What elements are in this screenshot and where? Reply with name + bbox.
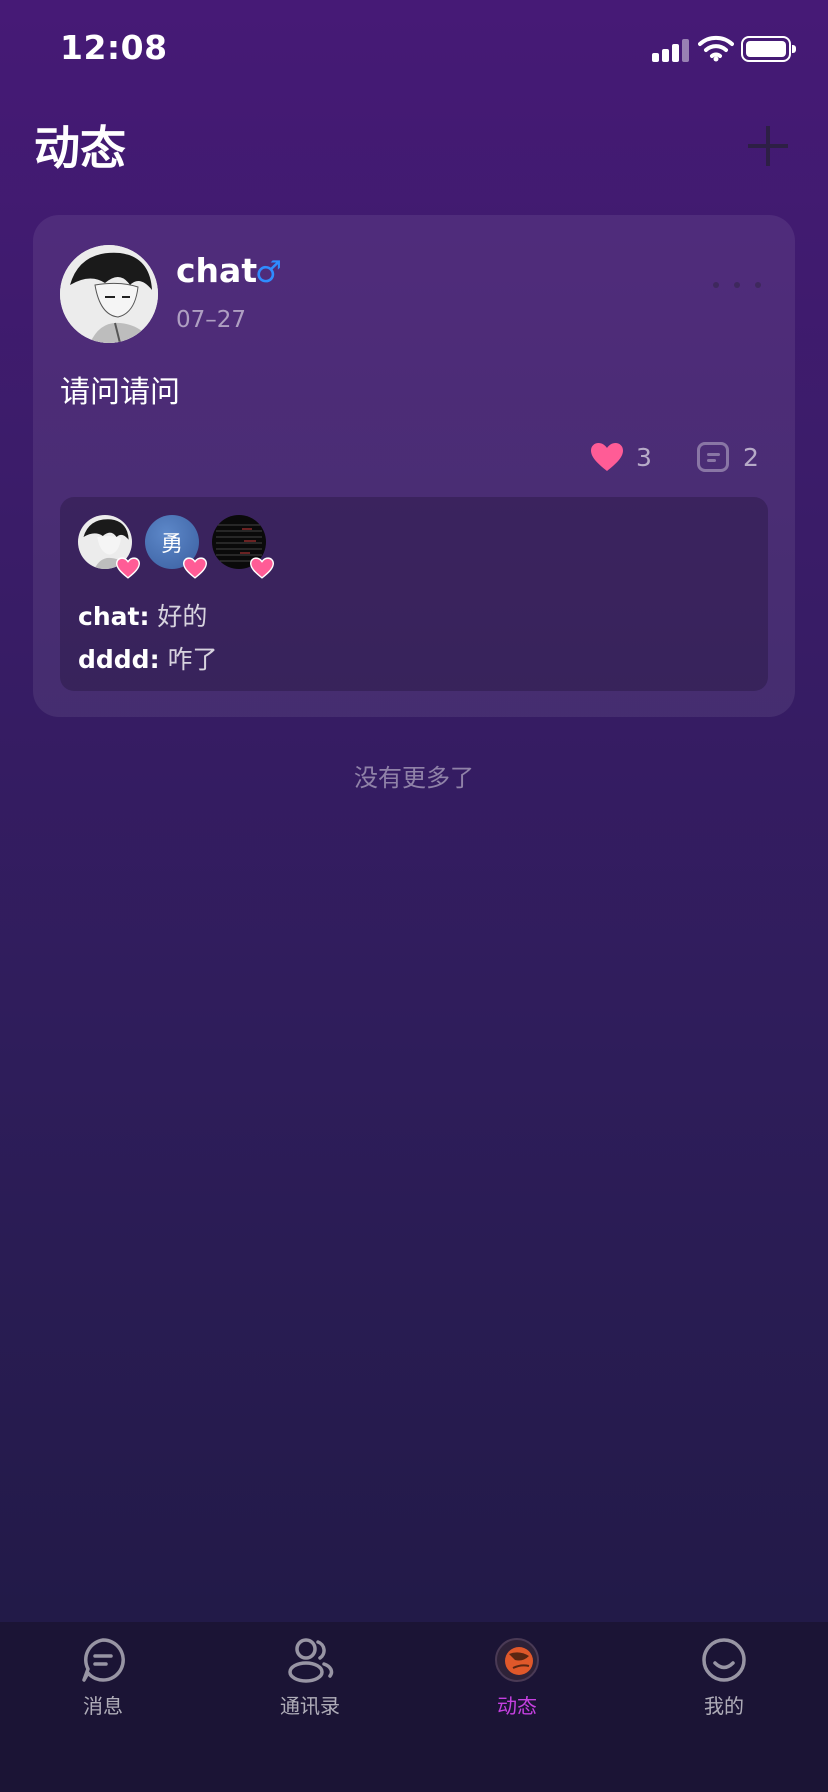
moments-icon	[495, 1638, 539, 1682]
feed-end-text: 没有更多了	[354, 764, 474, 792]
dot-icon	[713, 282, 719, 288]
status-bar: 12:08	[0, 0, 828, 100]
heart-badge-icon	[250, 557, 274, 579]
heart-badge-icon	[183, 557, 207, 579]
interaction-box: 勇 chat: 好的 dddd: 咋了	[60, 497, 768, 691]
post-content: 请问请问	[60, 375, 180, 410]
more-options-button[interactable]	[713, 275, 761, 295]
battery-icon	[741, 36, 796, 62]
profile-icon	[702, 1638, 746, 1682]
avatar-image	[60, 245, 158, 343]
avatar[interactable]	[60, 245, 158, 343]
liker-avatar[interactable]	[212, 515, 274, 579]
tab-moments[interactable]: 动态	[447, 1636, 587, 1736]
comment-text: 咋了	[167, 645, 218, 674]
tab-label: 动态	[497, 1694, 537, 1718]
like-count: 3	[636, 442, 652, 472]
comment-icon	[697, 442, 729, 472]
comment-item[interactable]: dddd: 咋了	[78, 640, 218, 676]
comment-button[interactable]: 2	[697, 441, 759, 473]
add-post-button[interactable]	[746, 124, 790, 168]
tab-label: 我的	[704, 1694, 744, 1718]
liker-avatar[interactable]: 勇	[145, 515, 207, 579]
liker-avatar[interactable]	[78, 515, 140, 579]
tab-bar: 消息 通讯录 动态 我的	[0, 1622, 828, 1792]
comment-author: dddd:	[78, 645, 160, 674]
status-time: 12:08	[60, 28, 168, 67]
dot-icon	[734, 282, 740, 288]
comment-item[interactable]: chat: 好的	[78, 597, 207, 633]
heart-icon	[591, 443, 623, 471]
tab-contacts[interactable]: 通讯录	[240, 1636, 380, 1736]
male-gender-icon: ♂	[255, 255, 282, 290]
post-card[interactable]: chat ♂ 07–27 请问请问 3 2 勇 chat: 好的 dddd: 咋…	[33, 215, 795, 717]
heart-badge-icon	[116, 557, 140, 579]
comment-text: 好的	[157, 602, 208, 631]
dot-icon	[755, 282, 761, 288]
post-username[interactable]: chat	[176, 251, 257, 290]
tab-profile[interactable]: 我的	[654, 1636, 794, 1736]
like-button[interactable]: 3	[590, 441, 652, 473]
contacts-icon	[288, 1638, 334, 1683]
page-title: 动态	[34, 121, 126, 175]
comment-author: chat:	[78, 602, 150, 631]
tab-label: 通讯录	[280, 1694, 340, 1718]
comment-count: 2	[743, 442, 759, 472]
post-date: 07–27	[176, 307, 247, 333]
message-icon	[82, 1638, 125, 1682]
signal-icon	[652, 38, 690, 62]
tab-messages[interactable]: 消息	[33, 1636, 173, 1736]
wifi-icon	[698, 35, 734, 62]
tab-label: 消息	[83, 1694, 123, 1718]
